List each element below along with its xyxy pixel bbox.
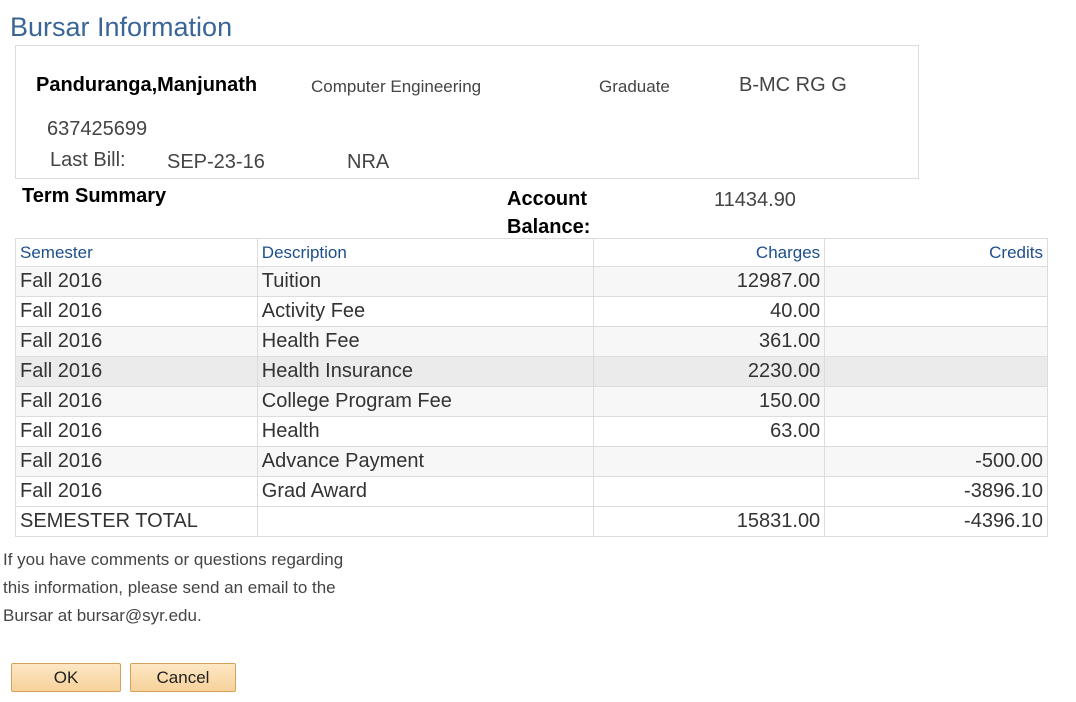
cell-charges: 63.00 — [593, 416, 826, 447]
cell-semester: Fall 2016 — [15, 446, 258, 477]
table-row: Fall 2016 Advance Payment -500.00 — [15, 446, 1048, 477]
table-row: Fall 2016 Grad Award -3896.10 — [15, 476, 1048, 507]
cell-semester: Fall 2016 — [15, 326, 258, 357]
term-summary-heading: Term Summary — [22, 185, 167, 207]
cell-charges: 12987.00 — [593, 266, 826, 297]
last-bill-label: Last Bill: — [50, 149, 126, 171]
cell-credits — [824, 326, 1048, 357]
contact-note-line: Bursar at bursar@syr.edu. — [3, 606, 202, 625]
cell-credits: -4396.10 — [824, 506, 1048, 537]
cell-description: Grad Award — [256, 476, 595, 507]
table-row: Fall 2016 Health Insurance 2230.00 — [15, 356, 1048, 387]
cell-charges: 15831.00 — [593, 506, 826, 537]
cell-credits — [824, 416, 1048, 447]
table-row: Fall 2016 College Program Fee 150.00 — [15, 386, 1048, 417]
cell-charges — [593, 476, 826, 507]
cell-semester: Fall 2016 — [15, 476, 258, 507]
account-balance-label: Account Balance: — [507, 188, 591, 238]
cell-credits — [824, 266, 1048, 297]
column-header-credits[interactable]: Credits — [824, 238, 1048, 267]
contact-note-line: If you have comments or questions regard… — [3, 550, 344, 569]
semester-total-row: SEMESTER TOTAL 15831.00 -4396.10 — [15, 506, 1048, 537]
cell-description: Health — [256, 416, 595, 447]
student-name: Panduranga,Manjunath — [36, 74, 258, 96]
table-row: Fall 2016 Activity Fee 40.00 — [15, 296, 1048, 327]
cell-semester: Fall 2016 — [15, 416, 258, 447]
student-id: 637425699 — [47, 118, 148, 140]
cell-description: Health Insurance — [256, 356, 595, 387]
cell-description: Tuition — [256, 266, 595, 297]
cell-credits: -500.00 — [824, 446, 1048, 477]
page-title: Bursar Information — [10, 12, 233, 42]
cell-semester: Fall 2016 — [15, 296, 258, 327]
cell-charges: 2230.00 — [593, 356, 826, 387]
table-header-row: Semester Description Charges Credits — [15, 238, 1048, 267]
student-career: Graduate — [599, 77, 670, 96]
cell-charges: 361.00 — [593, 326, 826, 357]
cell-credits: -3896.10 — [824, 476, 1048, 507]
cell-description: Advance Payment — [256, 446, 595, 477]
account-balance-value: 11434.90 — [714, 189, 796, 211]
residency-status: NRA — [347, 151, 390, 173]
cell-credits — [824, 386, 1048, 417]
cell-semester: Fall 2016 — [15, 266, 258, 297]
column-header-semester[interactable]: Semester — [15, 238, 258, 267]
table-row: Fall 2016 Health 63.00 — [15, 416, 1048, 447]
term-summary-table: Semester Description Charges Credits Fal… — [15, 238, 1048, 537]
contact-note: If you have comments or questions regard… — [3, 546, 383, 630]
cell-credits — [824, 296, 1048, 327]
cell-charges: 40.00 — [593, 296, 826, 327]
cell-description: Health Fee — [256, 326, 595, 357]
table-row: Fall 2016 Tuition 12987.00 — [15, 266, 1048, 297]
column-header-charges[interactable]: Charges — [593, 238, 826, 267]
contact-note-line: this information, please send an email t… — [3, 578, 336, 597]
column-header-description[interactable]: Description — [256, 238, 595, 267]
cell-charges — [593, 446, 826, 477]
cell-charges: 150.00 — [593, 386, 826, 417]
cell-semester: Fall 2016 — [15, 386, 258, 417]
cell-description: Activity Fee — [256, 296, 595, 327]
cancel-button[interactable]: Cancel — [130, 663, 236, 692]
ok-button[interactable]: OK — [11, 663, 121, 692]
table-row: Fall 2016 Health Fee 361.00 — [15, 326, 1048, 357]
student-plan: B-MC RG G — [739, 74, 847, 96]
last-bill-date: SEP-23-16 — [167, 151, 265, 173]
cell-description — [256, 506, 595, 537]
student-info-box: Panduranga,Manjunath Computer Engineerin… — [15, 45, 919, 179]
cell-semester: SEMESTER TOTAL — [15, 506, 258, 537]
student-program: Computer Engineering — [311, 77, 482, 96]
cell-description: College Program Fee — [256, 386, 595, 417]
cell-credits — [824, 356, 1048, 387]
cell-semester: Fall 2016 — [15, 356, 258, 387]
